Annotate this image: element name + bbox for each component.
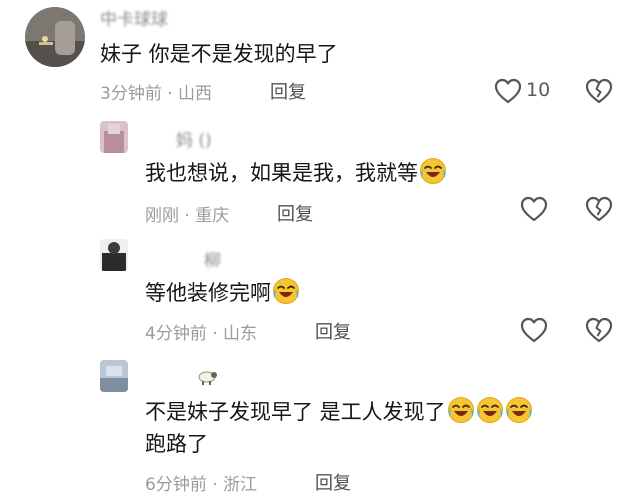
comment-meta: 6分钟前 · 浙江 bbox=[145, 470, 257, 495]
face-with-tears-of-joy-icon bbox=[420, 158, 446, 184]
timestamp: 3分钟前 bbox=[100, 84, 162, 104]
separator: · bbox=[167, 84, 173, 104]
comment-text: 等他装修完啊 bbox=[145, 277, 300, 309]
location: 浙江 bbox=[223, 475, 258, 495]
username[interactable]: 妈 () bbox=[176, 126, 212, 151]
reply-button[interactable]: 回复 bbox=[277, 200, 313, 226]
comment-item: 柳 等他装修完啊 4分钟前 · 山东 回复 bbox=[0, 235, 640, 350]
comment-item: 不是妹子发现早了 是工人发现了 跑路了 6分钟前 · 浙江 回复 bbox=[0, 355, 640, 495]
face-with-tears-of-joy-icon bbox=[447, 397, 474, 423]
like-count: 10 bbox=[526, 79, 551, 101]
comment-meta: 3分钟前 · 山西 bbox=[100, 79, 212, 104]
comment-text-line2: 跑路了 bbox=[145, 432, 208, 456]
broken-heart-icon[interactable] bbox=[585, 78, 613, 104]
timestamp: 刚刚 bbox=[145, 206, 179, 226]
face-with-tears-of-joy-icon bbox=[505, 397, 532, 423]
location: 山东 bbox=[223, 324, 258, 344]
comment-text-content: 等他装修完啊 bbox=[145, 281, 271, 305]
comment-text-content: 我也想说，如果是我，我就等 bbox=[145, 161, 418, 185]
timestamp: 4分钟前 bbox=[145, 324, 207, 344]
comment-item: 中卡球球 妹子 你是不是发现的早了 3分钟前 · 山西 回复 10 bbox=[0, 0, 640, 110]
heart-outline-icon[interactable] bbox=[520, 317, 548, 343]
face-with-tears-of-joy-icon bbox=[273, 278, 299, 304]
avatar[interactable] bbox=[25, 7, 85, 67]
timestamp: 6分钟前 bbox=[145, 475, 207, 495]
comment-text: 不是妹子发现早了 是工人发现了 bbox=[145, 396, 533, 428]
username[interactable]: 柳 bbox=[204, 246, 221, 271]
location: 重庆 bbox=[195, 206, 230, 226]
location: 山西 bbox=[178, 84, 213, 104]
sheep-icon bbox=[198, 371, 217, 385]
broken-heart-icon[interactable] bbox=[585, 317, 613, 343]
avatar[interactable] bbox=[100, 121, 128, 153]
face-with-tears-of-joy-icon bbox=[476, 397, 503, 423]
comment-text-content: 不是妹子发现早了 是工人发现了 bbox=[145, 400, 446, 424]
broken-heart-icon[interactable] bbox=[585, 196, 613, 222]
reply-button[interactable]: 回复 bbox=[270, 78, 306, 104]
separator: · bbox=[212, 475, 218, 495]
reply-button[interactable]: 回复 bbox=[315, 469, 351, 495]
username[interactable]: 中卡球球 bbox=[100, 5, 168, 30]
heart-outline-icon[interactable] bbox=[494, 78, 522, 104]
comment-text: 妹子 你是不是发现的早了 bbox=[100, 42, 338, 66]
avatar[interactable] bbox=[100, 360, 128, 392]
separator: · bbox=[184, 206, 190, 226]
comment-meta: 刚刚 · 重庆 bbox=[145, 201, 229, 226]
heart-outline-icon[interactable] bbox=[520, 196, 548, 222]
reply-button[interactable]: 回复 bbox=[315, 318, 351, 344]
comment-text: 我也想说，如果是我，我就等 bbox=[145, 157, 447, 189]
comment-item: 妈 () 我也想说，如果是我，我就等 刚刚 · 重庆 回复 bbox=[0, 115, 640, 230]
avatar[interactable] bbox=[100, 239, 128, 271]
separator: · bbox=[212, 324, 218, 344]
comment-meta: 4分钟前 · 山东 bbox=[145, 319, 257, 344]
